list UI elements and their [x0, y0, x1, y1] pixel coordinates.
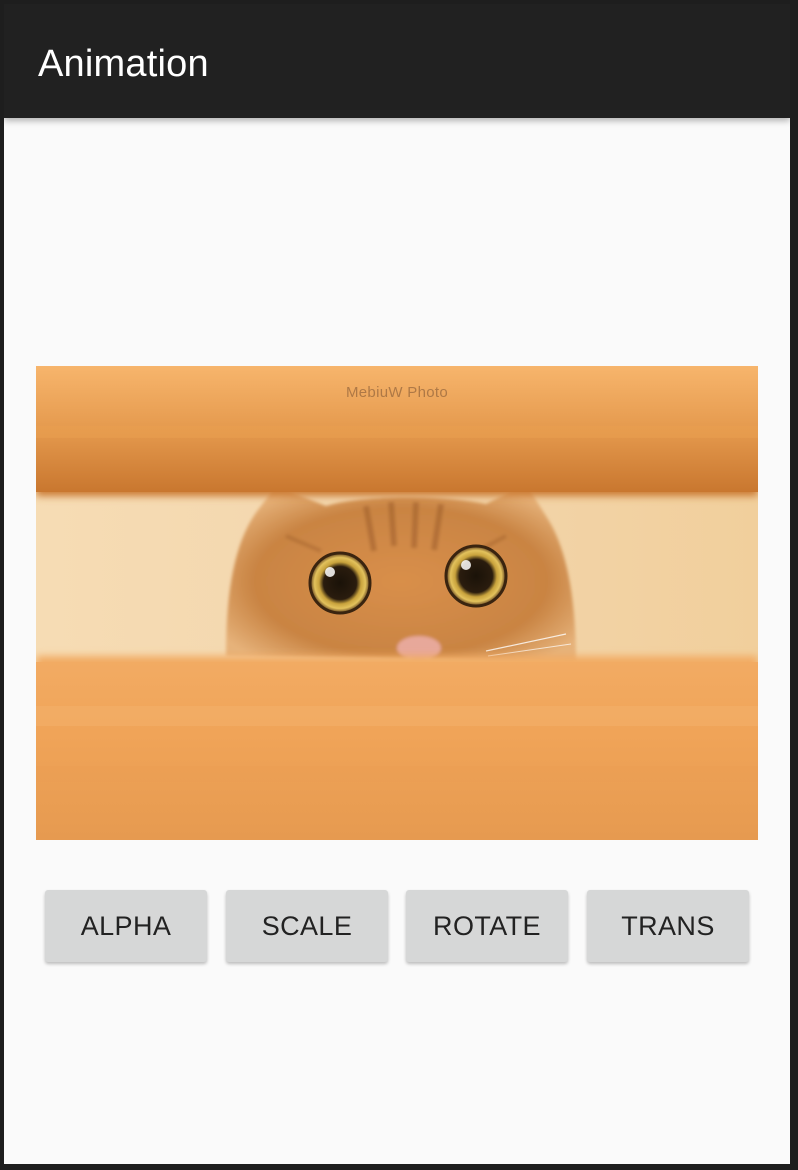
animation-button-row: ALPHA SCALE ROTATE TRANS — [4, 890, 790, 964]
cat-photo-illustration — [36, 366, 758, 840]
cat-image: MebiuW Photo — [36, 366, 758, 840]
app-bar: Animation — [4, 4, 790, 118]
app-screen: Animation MebiuW Photo ALPHA SCALE ROTAT… — [4, 4, 790, 1164]
scale-button[interactable]: SCALE — [226, 890, 388, 962]
rotate-button[interactable]: ROTATE — [406, 890, 568, 962]
photo-watermark: MebiuW Photo — [346, 384, 448, 401]
trans-button[interactable]: TRANS — [587, 890, 749, 962]
app-bar-title: Animation — [38, 43, 209, 85]
alpha-button[interactable]: ALPHA — [45, 890, 207, 962]
